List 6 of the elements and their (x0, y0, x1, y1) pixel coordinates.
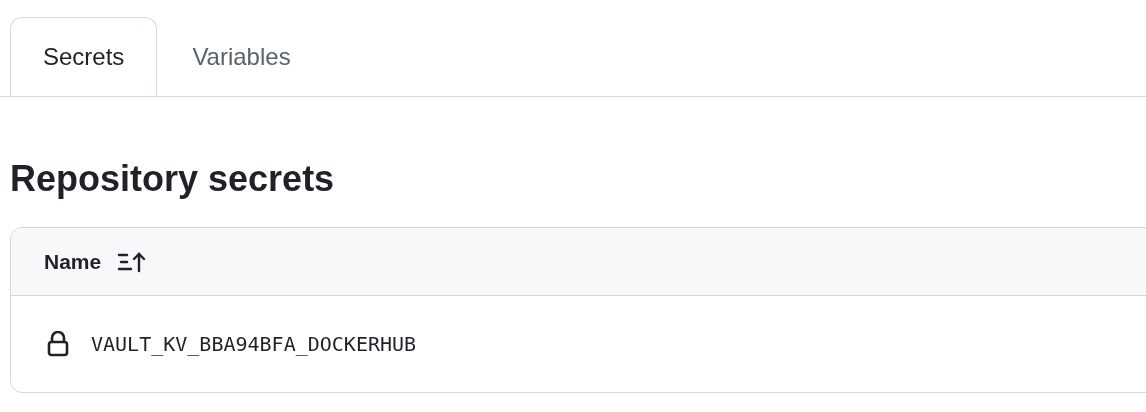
column-header[interactable]: Name (44, 245, 102, 278)
section-heading: Repository secrets (10, 159, 336, 199)
lock-icon (47, 331, 69, 357)
tab[interactable]: Secrets (10, 17, 158, 96)
secret-name: VAULT_KV_BBA94BFA_DOCKERHUB (91, 331, 417, 358)
tab[interactable]: Variables (157, 17, 326, 96)
